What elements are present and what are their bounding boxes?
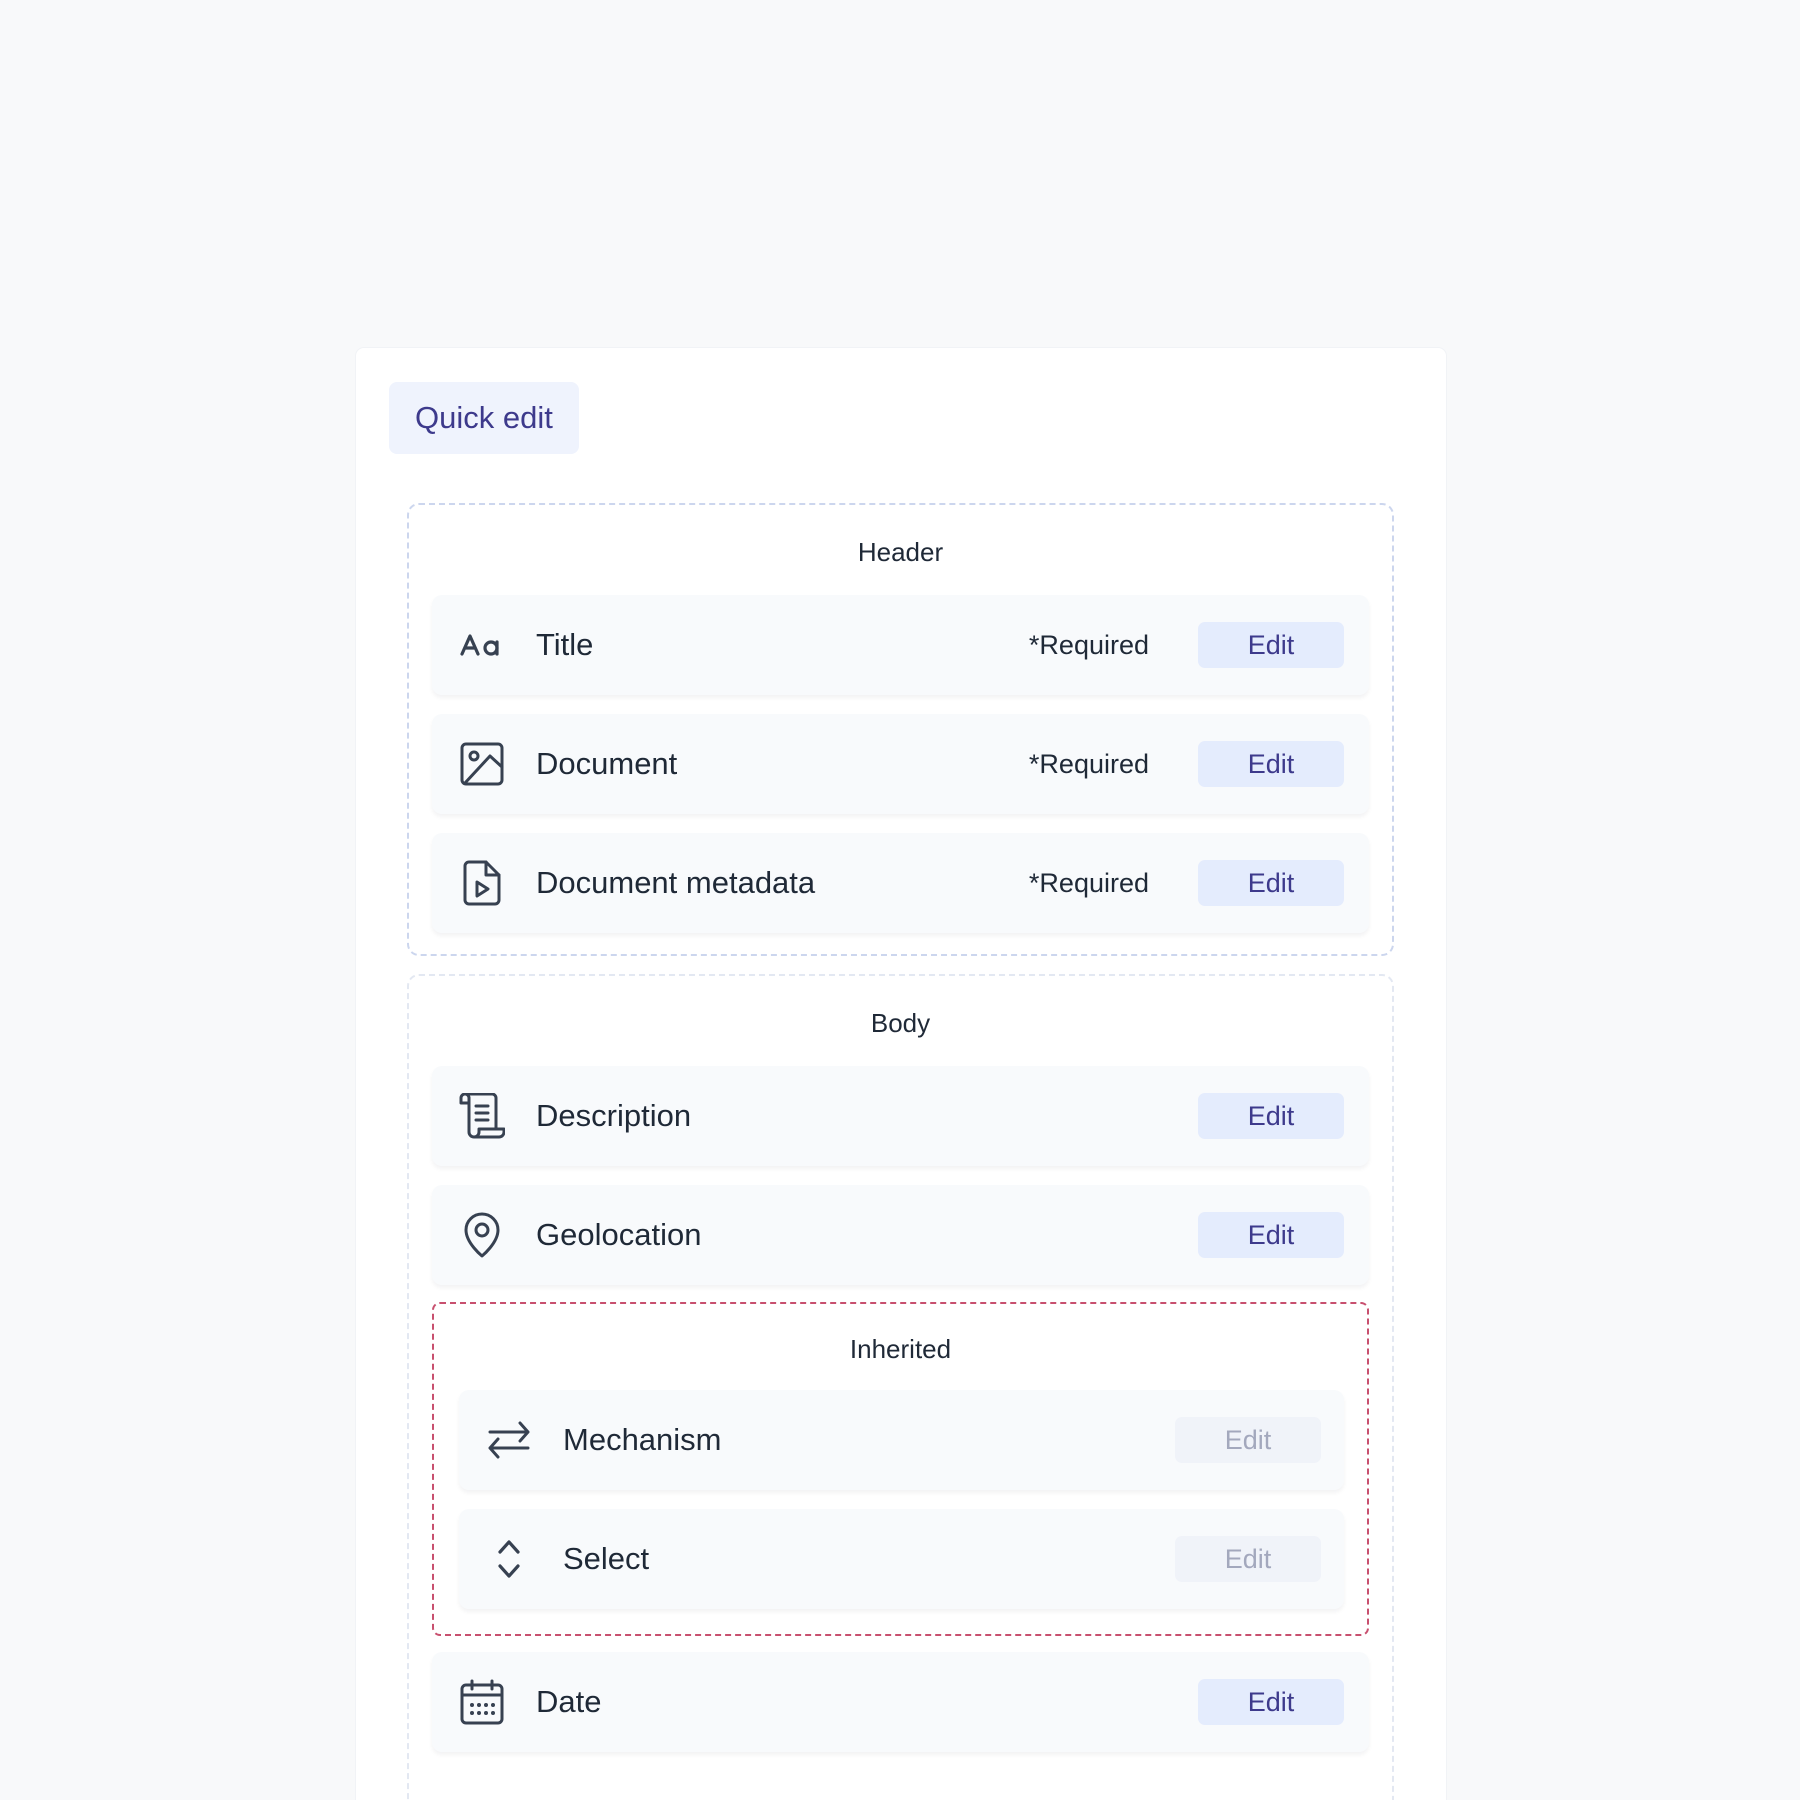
- field-label: Document: [536, 746, 678, 781]
- field-row-title: Title *Required Edit: [432, 595, 1369, 695]
- field-label: Date: [536, 1684, 602, 1719]
- field-row-document: Document *Required Edit: [432, 714, 1369, 814]
- field-row-date: Date Edit: [432, 1652, 1369, 1752]
- field-label: Title: [536, 627, 594, 662]
- required-badge: *Required: [1028, 629, 1149, 660]
- edit-document-metadata-button[interactable]: Edit: [1198, 860, 1344, 906]
- edit-mechanism-button[interactable]: Edit: [1175, 1417, 1321, 1463]
- quick-edit-panel: Quick edit Header Title *Required Edit D…: [356, 348, 1446, 1800]
- quick-edit-button[interactable]: Quick edit: [389, 382, 579, 454]
- field-row-description: Description Edit: [432, 1066, 1369, 1166]
- field-row-select: Select Edit: [459, 1509, 1344, 1609]
- field-label: Geolocation: [536, 1217, 702, 1252]
- scroll-icon: [459, 1093, 505, 1139]
- field-label: Mechanism: [563, 1422, 722, 1457]
- map-pin-icon: [459, 1212, 505, 1258]
- text-aa-icon: [459, 622, 505, 668]
- inherited-group-title: Inherited: [849, 1334, 952, 1364]
- inherited-group: Inherited Mechanism Edit Select Edit: [432, 1302, 1369, 1636]
- body-group-title: Body: [870, 1008, 931, 1038]
- image-icon: [459, 741, 505, 787]
- edit-date-button[interactable]: Edit: [1198, 1679, 1344, 1725]
- field-row-mechanism: Mechanism Edit: [459, 1390, 1344, 1490]
- field-row-document-metadata: Document metadata *Required Edit: [432, 833, 1369, 933]
- field-label: Document metadata: [536, 865, 816, 900]
- calendar-icon: [459, 1679, 505, 1725]
- edit-description-button[interactable]: Edit: [1198, 1093, 1344, 1139]
- file-play-icon: [459, 860, 505, 906]
- body-group: Body Description Edit Geolocation Edit I…: [407, 974, 1394, 1800]
- field-row-geolocation: Geolocation Edit: [432, 1185, 1369, 1285]
- edit-geolocation-button[interactable]: Edit: [1198, 1212, 1344, 1258]
- header-group-title: Header: [857, 537, 944, 567]
- header-group: Header Title *Required Edit Document *Re…: [407, 503, 1394, 956]
- field-label: Select: [563, 1541, 650, 1576]
- field-label: Description: [536, 1098, 692, 1133]
- edit-select-button[interactable]: Edit: [1175, 1536, 1321, 1582]
- required-badge: *Required: [1028, 748, 1149, 779]
- arrows-swap-icon: [486, 1417, 532, 1463]
- edit-title-button[interactable]: Edit: [1198, 622, 1344, 668]
- chevrons-up-down-icon: [486, 1536, 532, 1582]
- edit-document-button[interactable]: Edit: [1198, 741, 1344, 787]
- required-badge: *Required: [1028, 867, 1149, 898]
